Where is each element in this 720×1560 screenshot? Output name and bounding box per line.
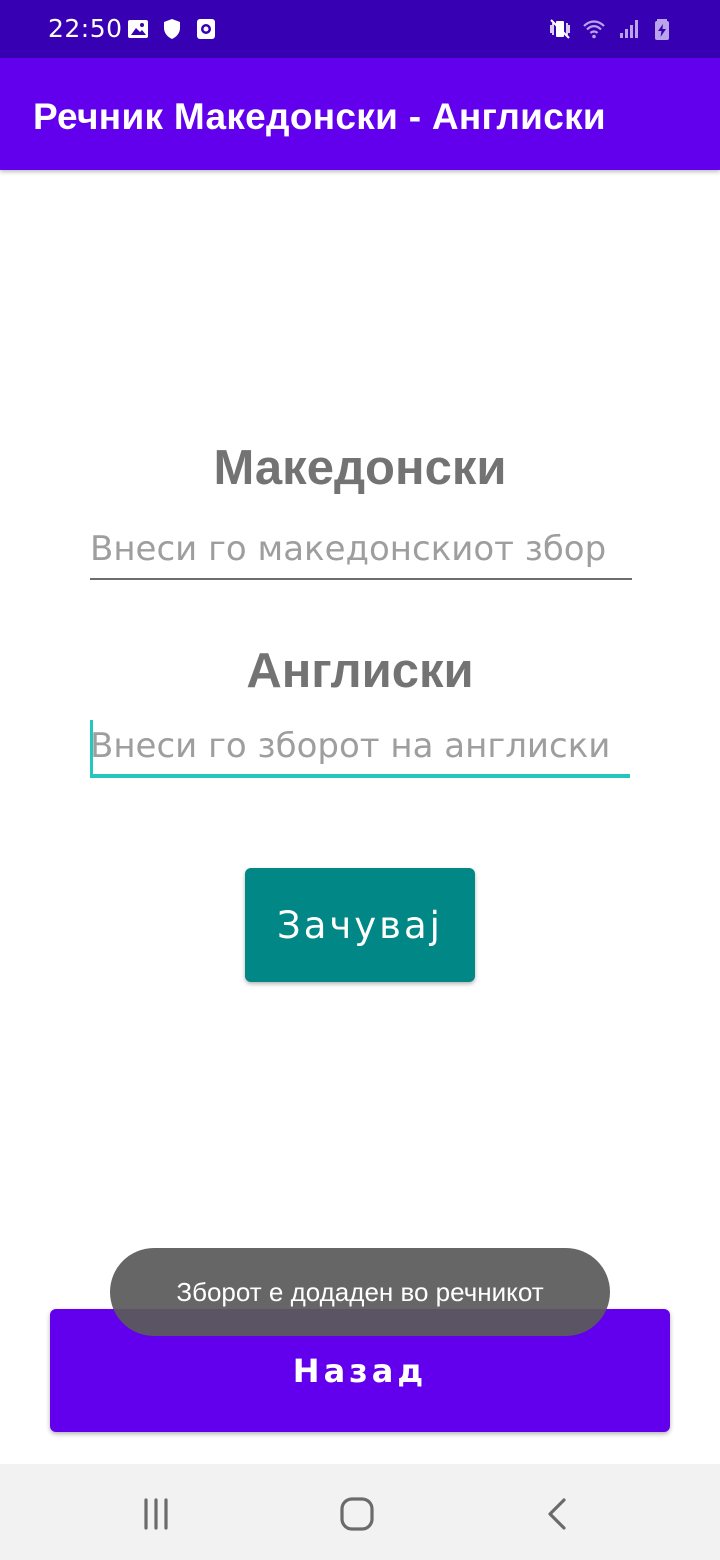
home-icon[interactable] — [335, 1492, 379, 1536]
status-right-icons — [548, 17, 674, 41]
save-button[interactable]: Зачувај — [245, 868, 475, 982]
shield-icon — [160, 17, 184, 41]
wifi-icon — [582, 17, 606, 41]
battery-charging-icon — [650, 17, 674, 41]
screen-record-icon — [194, 17, 218, 41]
signal-icon — [616, 17, 640, 41]
system-nav-bar — [0, 1464, 720, 1560]
recents-icon[interactable] — [134, 1492, 178, 1536]
app-title: Речник Македонски - Англиски — [33, 96, 606, 137]
image-icon — [126, 17, 150, 41]
english-word-input[interactable] — [90, 718, 630, 778]
toast-message: Зборот е додаден во речникот — [110, 1248, 610, 1336]
macedonian-word-input[interactable] — [90, 520, 632, 580]
macedonian-label: Македонски — [213, 441, 507, 495]
status-time: 22:50 — [48, 14, 123, 43]
status-bar: 22:50 — [0, 0, 720, 58]
toast-text: Зборот е додаден во речникот — [176, 1276, 544, 1307]
back-icon[interactable] — [537, 1492, 581, 1536]
vibrate-mute-icon — [548, 17, 572, 41]
english-label: Англиски — [246, 644, 474, 698]
app-bar: Речник Македонски - Англиски — [0, 58, 720, 170]
text-cursor — [90, 720, 93, 775]
status-left-icons — [126, 17, 218, 41]
